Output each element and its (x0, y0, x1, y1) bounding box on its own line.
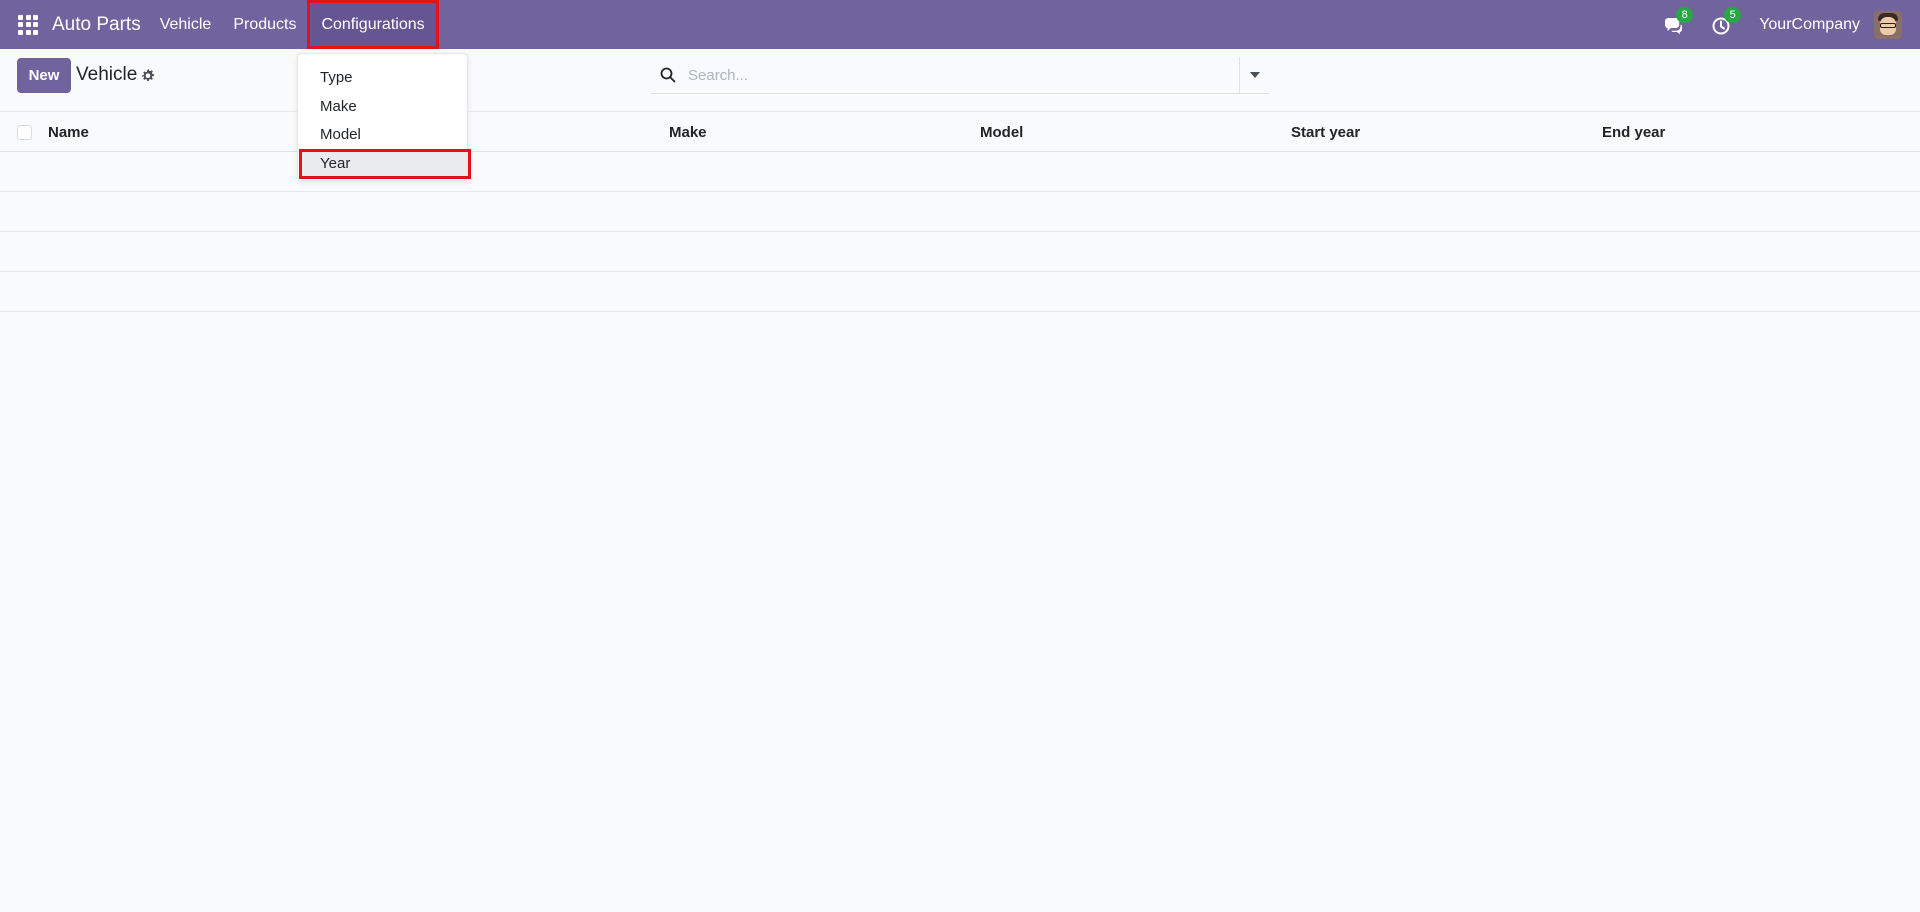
table-row (0, 152, 1920, 192)
systray: 8 5 YourCompany (1663, 0, 1920, 49)
column-start-year[interactable]: Start year (1291, 124, 1360, 141)
dropdown-item-make[interactable]: Make (300, 93, 467, 121)
search-bar (651, 57, 1269, 94)
dropdown-item-type[interactable]: Type (300, 64, 467, 92)
dropdown-item-model[interactable]: Model (300, 121, 467, 149)
column-name[interactable]: Name (48, 124, 89, 141)
page-title: Vehicle (76, 64, 138, 85)
search-icon (660, 67, 676, 83)
table-row (0, 232, 1920, 272)
menu-products[interactable]: Products (222, 0, 307, 49)
new-button[interactable]: New (17, 58, 71, 93)
column-model[interactable]: Model (980, 124, 1023, 141)
gear-icon[interactable] (140, 68, 155, 83)
messages-button[interactable]: 8 (1663, 6, 1694, 37)
apps-grid-icon[interactable] (18, 14, 38, 35)
vehicle-list: Name Make Model Start year End year (0, 111, 1920, 312)
search-options-toggle[interactable] (1239, 57, 1269, 93)
table-row (0, 192, 1920, 232)
select-all-checkbox[interactable] (17, 125, 32, 140)
app-brand[interactable]: Auto Parts (52, 14, 141, 36)
activities-counter: 5 (1724, 6, 1742, 23)
table-row (0, 272, 1920, 312)
menu-vehicle[interactable]: Vehicle (149, 0, 223, 49)
activities-button[interactable]: 5 (1711, 6, 1742, 37)
caret-down-icon (1249, 72, 1260, 78)
top-navbar: Auto Parts Vehicle Products Configuratio… (0, 0, 1920, 49)
configurations-dropdown: Type Make Model Year (297, 53, 471, 181)
messages-counter: 8 (1676, 6, 1694, 23)
table-header: Name Make Model Start year End year (0, 111, 1920, 152)
user-avatar[interactable] (1874, 10, 1902, 39)
menu-configurations[interactable]: Configurations (307, 0, 439, 49)
dropdown-item-year[interactable]: Year (299, 149, 471, 179)
column-end-year[interactable]: End year (1602, 124, 1665, 141)
search-input[interactable] (688, 60, 1228, 90)
company-switcher[interactable]: YourCompany (1759, 16, 1860, 34)
column-make[interactable]: Make (669, 124, 707, 141)
